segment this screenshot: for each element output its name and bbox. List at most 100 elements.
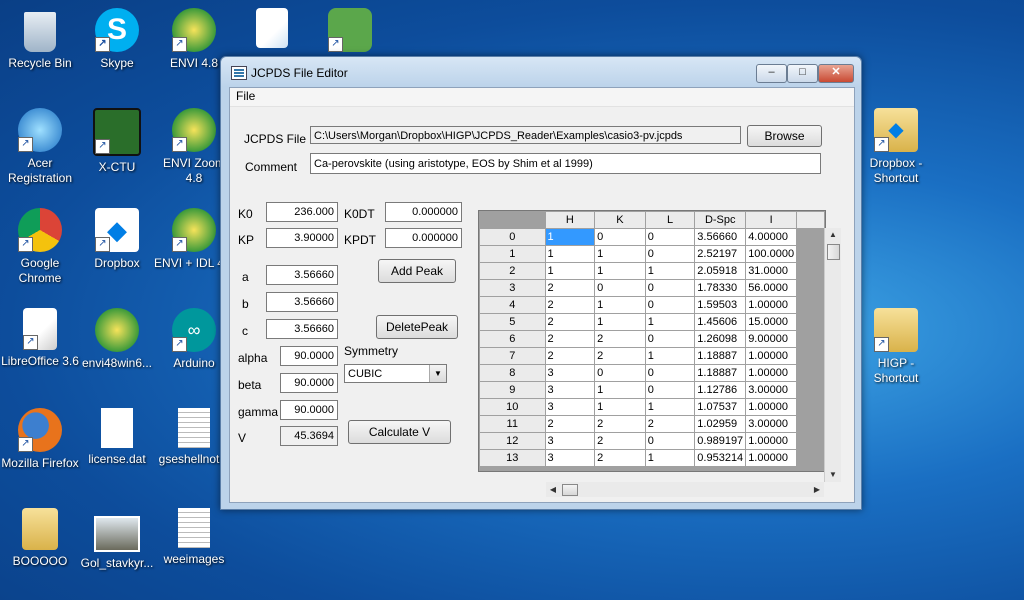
row-header[interactable]: 12 bbox=[479, 432, 546, 450]
table-row[interactable]: 10 3 1 1 1.07537 1.00000 bbox=[479, 398, 825, 416]
desktop-icon-installer[interactable]: envi48win6... bbox=[77, 308, 157, 371]
row-header[interactable]: 13 bbox=[479, 449, 546, 467]
cell-l[interactable]: 1 bbox=[644, 262, 696, 280]
scroll-down-icon[interactable]: ▼ bbox=[825, 468, 841, 482]
cell-k[interactable]: 0 bbox=[594, 279, 646, 297]
column-header-h[interactable]: H bbox=[544, 211, 596, 229]
row-header[interactable]: 4 bbox=[479, 296, 546, 314]
table-row[interactable]: 12 3 2 0 0.989197 1.00000 bbox=[479, 432, 825, 450]
cell-h[interactable]: 1 bbox=[544, 245, 596, 263]
cell-l[interactable]: 1 bbox=[644, 398, 696, 416]
cell-i[interactable]: 15.0000 bbox=[745, 313, 798, 331]
column-header-k[interactable]: K bbox=[594, 211, 646, 229]
desktop-icon-chrome[interactable]: ↗ Google Chrome bbox=[0, 208, 80, 286]
cell-h[interactable]: 2 bbox=[544, 415, 596, 433]
row-header[interactable]: 6 bbox=[479, 330, 546, 348]
table-row[interactable]: 3 2 0 0 1.78330 56.0000 bbox=[479, 279, 825, 297]
cell-d-spc[interactable]: 1.07537 bbox=[694, 398, 747, 416]
cell-k[interactable]: 1 bbox=[594, 313, 646, 331]
kp-field[interactable]: 3.90000 bbox=[266, 228, 338, 248]
cell-l[interactable]: 0 bbox=[644, 432, 696, 450]
desktop-icon-dropbox[interactable]: ◆ ↗ Dropbox bbox=[77, 208, 157, 271]
cell-d-spc[interactable]: 1.45606 bbox=[694, 313, 747, 331]
comment-field[interactable]: Ca-perovskite (using aristotype, EOS by … bbox=[310, 153, 821, 174]
horizontal-scroll-thumb[interactable] bbox=[562, 484, 578, 496]
alpha-field[interactable]: 90.0000 bbox=[280, 346, 338, 366]
minimize-button[interactable]: – bbox=[756, 64, 787, 83]
table-row[interactable]: 8 3 0 0 1.18887 1.00000 bbox=[479, 364, 825, 382]
title-bar[interactable]: JCPDS File Editor – □ ✕ bbox=[221, 57, 861, 87]
maximize-button[interactable]: □ bbox=[787, 64, 818, 83]
cell-d-spc[interactable]: 0.953214 bbox=[694, 449, 747, 467]
k0-field[interactable]: 236.000 bbox=[266, 202, 338, 222]
cell-k[interactable]: 0 bbox=[594, 364, 646, 382]
desktop-icon-acer-registration[interactable]: ↗ Acer Registration bbox=[0, 108, 80, 186]
table-row[interactable]: 13 3 2 1 0.953214 1.00000 bbox=[479, 449, 825, 467]
column-header-l[interactable]: L bbox=[644, 211, 696, 229]
row-header[interactable]: 11 bbox=[479, 415, 546, 433]
cell-l[interactable]: 0 bbox=[644, 381, 696, 399]
cell-h[interactable]: 3 bbox=[544, 398, 596, 416]
cell-d-spc[interactable]: 2.05918 bbox=[694, 262, 747, 280]
cell-h[interactable]: 1 bbox=[544, 262, 596, 280]
cell-i[interactable]: 4.00000 bbox=[745, 228, 798, 246]
symmetry-select[interactable]: CUBIC ▼ bbox=[344, 364, 447, 383]
cell-k[interactable]: 1 bbox=[594, 262, 646, 280]
cell-l[interactable]: 0 bbox=[644, 279, 696, 297]
cell-h[interactable]: 2 bbox=[544, 313, 596, 331]
desktop-icon-firefox[interactable]: ↗ Mozilla Firefox bbox=[0, 408, 80, 471]
cell-k[interactable]: 2 bbox=[594, 415, 646, 433]
jcpds-file-path-field[interactable]: C:\Users\Morgan\Dropbox\HIGP\JCPDS_Reade… bbox=[310, 126, 741, 144]
calculate-v-button[interactable]: Calculate V bbox=[348, 420, 451, 444]
cell-h[interactable]: 2 bbox=[544, 279, 596, 297]
peaks-table[interactable]: H K L D-Spc I 0 1 0 0 3.56660 4.00000 1 1 1 0 2.52… bbox=[478, 210, 826, 472]
desktop-icon-xctu[interactable]: ↗ X-CTU bbox=[77, 108, 157, 175]
desktop-icon-license[interactable]: license.dat bbox=[77, 408, 157, 467]
cell-d-spc[interactable]: 3.56660 bbox=[694, 228, 747, 246]
table-row[interactable]: 5 2 1 1 1.45606 15.0000 bbox=[479, 313, 825, 331]
cell-k[interactable]: 2 bbox=[594, 449, 646, 467]
desktop-icon-document[interactable] bbox=[232, 8, 312, 52]
row-header[interactable]: 9 bbox=[479, 381, 546, 399]
a-field[interactable]: 3.56660 bbox=[266, 265, 338, 285]
cell-l[interactable]: 0 bbox=[644, 296, 696, 314]
cell-i[interactable]: 100.0000 bbox=[745, 245, 798, 263]
row-header[interactable]: 10 bbox=[479, 398, 546, 416]
cell-d-spc[interactable]: 1.59503 bbox=[694, 296, 747, 314]
cell-k[interactable]: 1 bbox=[594, 398, 646, 416]
row-header[interactable]: 2 bbox=[479, 262, 546, 280]
cell-h[interactable]: 2 bbox=[544, 347, 596, 365]
cell-i[interactable]: 3.00000 bbox=[745, 381, 798, 399]
column-header-i[interactable]: I bbox=[745, 211, 798, 229]
vertical-scroll-thumb[interactable] bbox=[827, 244, 840, 260]
cell-i[interactable]: 9.00000 bbox=[745, 330, 798, 348]
desktop-icon-evernote[interactable]: ↗ bbox=[310, 8, 390, 56]
table-vertical-scrollbar[interactable]: ▲ ▼ bbox=[824, 228, 841, 482]
desktop-icon-dropbox-shortcut[interactable]: ◆ ↗ Dropbox - Shortcut bbox=[856, 108, 936, 186]
cell-d-spc[interactable]: 1.78330 bbox=[694, 279, 747, 297]
desktop-icon-weeimages[interactable]: weeimages bbox=[154, 508, 234, 567]
delete-peak-button[interactable]: DeletePeak bbox=[376, 315, 458, 339]
desktop-icon-libreoffice[interactable]: ↗ LibreOffice 3.6 bbox=[0, 308, 80, 369]
column-header-d-spc[interactable]: D-Spc bbox=[694, 211, 747, 229]
c-field[interactable]: 3.56660 bbox=[266, 319, 338, 339]
table-row[interactable]: 9 3 1 0 1.12786 3.00000 bbox=[479, 381, 825, 399]
table-row[interactable]: 1 1 1 0 2.52197 100.0000 bbox=[479, 245, 825, 263]
table-row[interactable]: 6 2 2 0 1.26098 9.00000 bbox=[479, 330, 825, 348]
table-row[interactable]: 11 2 2 2 1.02959 3.00000 bbox=[479, 415, 825, 433]
cell-d-spc[interactable]: 2.52197 bbox=[694, 245, 747, 263]
cell-k[interactable]: 1 bbox=[594, 381, 646, 399]
cell-h[interactable]: 1 bbox=[544, 228, 596, 246]
cell-d-spc[interactable]: 0.989197 bbox=[694, 432, 747, 450]
cell-d-spc[interactable]: 1.18887 bbox=[694, 347, 747, 365]
cell-k[interactable]: 2 bbox=[594, 432, 646, 450]
kpdt-field[interactable]: 0.000000 bbox=[385, 228, 462, 248]
cell-i[interactable]: 1.00000 bbox=[745, 432, 798, 450]
cell-l[interactable]: 2 bbox=[644, 415, 696, 433]
beta-field[interactable]: 90.0000 bbox=[280, 373, 338, 393]
row-header[interactable]: 1 bbox=[479, 245, 546, 263]
cell-h[interactable]: 2 bbox=[544, 296, 596, 314]
cell-d-spc[interactable]: 1.18887 bbox=[694, 364, 747, 382]
cell-i[interactable]: 1.00000 bbox=[745, 347, 798, 365]
cell-l[interactable]: 0 bbox=[644, 364, 696, 382]
